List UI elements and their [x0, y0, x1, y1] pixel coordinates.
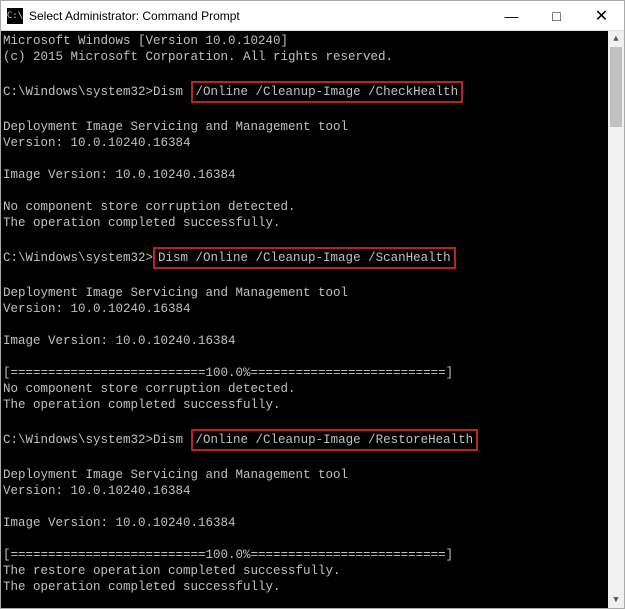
prompt: C:\Windows\system32>	[3, 433, 153, 447]
version-line: Version: 10.0.10240.16384	[3, 301, 606, 317]
terminal-area: Microsoft Windows [Version 10.0.10240](c…	[1, 31, 624, 608]
dism-word: Dism	[153, 433, 191, 447]
scroll-up-button[interactable]: ▲	[608, 31, 624, 47]
copyright-line: (c) 2015 Microsoft Corporation. All righ…	[3, 49, 606, 65]
dism-word: Dism	[153, 85, 191, 99]
os-header: Microsoft Windows [Version 10.0.10240]	[3, 33, 606, 49]
titlebar[interactable]: C:\ Select Administrator: Command Prompt…	[1, 1, 624, 31]
tool-line: Deployment Image Servicing and Managemen…	[3, 285, 606, 301]
highlight-scanhealth: Dism /Online /Cleanup-Image /ScanHealth	[153, 247, 456, 269]
no-corruption-line: No component store corruption detected.	[3, 381, 606, 397]
highlight-checkhealth: /Online /Cleanup-Image /CheckHealth	[191, 81, 464, 103]
scroll-thumb[interactable]	[610, 47, 622, 127]
cmd-line-3: C:\Windows\system32>Dism /Online /Cleanu…	[3, 429, 606, 451]
window-controls: — □ ✕	[489, 1, 624, 30]
close-button[interactable]: ✕	[579, 1, 624, 31]
no-corruption-line: No component store corruption detected.	[3, 199, 606, 215]
success-line: The operation completed successfully.	[3, 215, 606, 231]
restore-success-line: The restore operation completed successf…	[3, 563, 606, 579]
cmd-line-2: C:\Windows\system32>Dism /Online /Cleanu…	[3, 247, 606, 269]
version-line: Version: 10.0.10240.16384	[3, 483, 606, 499]
minimize-button[interactable]: —	[489, 1, 534, 31]
prompt: C:\Windows\system32>	[3, 251, 153, 265]
image-version-line: Image Version: 10.0.10240.16384	[3, 167, 606, 183]
command-prompt-window: C:\ Select Administrator: Command Prompt…	[0, 0, 625, 609]
progress-line: [==========================100.0%=======…	[3, 547, 606, 563]
terminal-output[interactable]: Microsoft Windows [Version 10.0.10240](c…	[1, 31, 608, 608]
success-line: The operation completed successfully.	[3, 579, 606, 595]
scroll-down-button[interactable]: ▼	[608, 592, 624, 608]
success-line: The operation completed successfully.	[3, 397, 606, 413]
image-version-line: Image Version: 10.0.10240.16384	[3, 515, 606, 531]
maximize-button[interactable]: □	[534, 1, 579, 31]
tool-line: Deployment Image Servicing and Managemen…	[3, 119, 606, 135]
highlight-restorehealth: /Online /Cleanup-Image /RestoreHealth	[191, 429, 479, 451]
image-version-line: Image Version: 10.0.10240.16384	[3, 333, 606, 349]
cmd-icon: C:\	[7, 8, 23, 24]
version-line: Version: 10.0.10240.16384	[3, 135, 606, 151]
window-title: Select Administrator: Command Prompt	[29, 9, 489, 23]
vertical-scrollbar[interactable]: ▲ ▼	[608, 31, 624, 608]
prompt: C:\Windows\system32>	[3, 85, 153, 99]
cmd-line-1: C:\Windows\system32>Dism /Online /Cleanu…	[3, 81, 606, 103]
progress-line: [==========================100.0%=======…	[3, 365, 606, 381]
tool-line: Deployment Image Servicing and Managemen…	[3, 467, 606, 483]
